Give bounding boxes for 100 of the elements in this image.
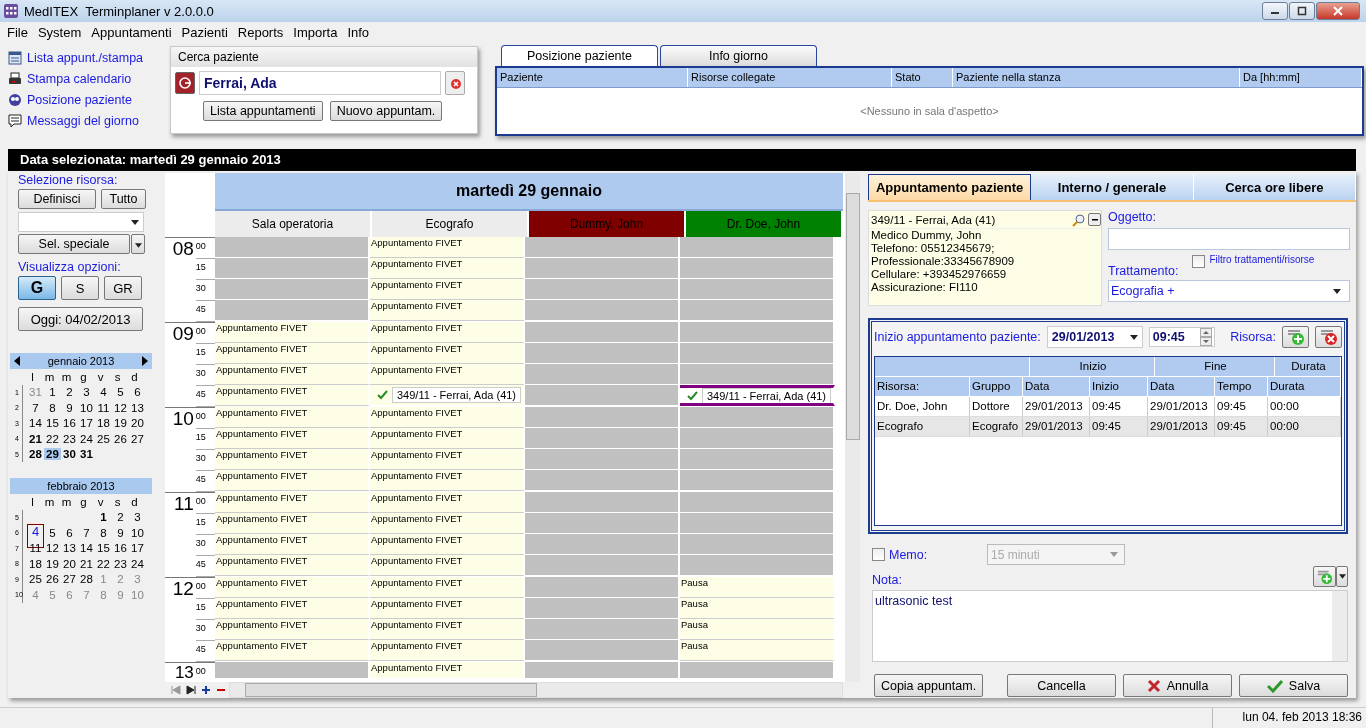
vertical-scrollbar[interactable] [845,173,860,682]
minimize-button[interactable] [1262,2,1288,20]
schedule-slot[interactable]: Appuntamento FIVET [370,470,525,491]
calendar-day[interactable]: 7 [78,526,95,539]
calendar-day[interactable]: 3 [129,511,146,524]
free-slot[interactable] [525,662,680,678]
add-resource-button[interactable] [1282,326,1309,348]
today-button[interactable]: Oggi: 04/02/2013 [18,307,143,331]
calendar-day[interactable]: 5 [44,526,61,539]
tab[interactable]: Appuntamento paziente [868,174,1032,200]
free-slot[interactable] [215,300,370,321]
schedule-slot[interactable]: Appuntamento FIVET [370,619,525,640]
calendar-day[interactable]: 23 [61,432,78,445]
calendar-day[interactable]: 11 [95,401,112,414]
view-button[interactable]: S [61,276,99,300]
calendar-day[interactable]: 24 [78,432,95,445]
calendar-day[interactable]: 15 [95,542,112,555]
calendar-day[interactable]: 24 [129,557,146,570]
schedule-slot[interactable]: Appuntamento FIVET [215,513,370,534]
calendar-day[interactable]: 13 [129,401,146,414]
calendar-day[interactable]: 2 [112,511,129,524]
subject-field[interactable] [1108,228,1350,250]
add-note-button[interactable] [1313,566,1336,587]
schedule-slot[interactable]: Appuntamento FIVET [215,407,370,428]
menu-item[interactable]: Appuntamenti [86,24,177,40]
calendar-day[interactable]: 28 [27,448,44,461]
free-slot[interactable] [525,322,680,343]
note-field[interactable]: ultrasonic test [872,590,1348,662]
calendar-day[interactable]: 19 [44,557,61,570]
schedule-slot[interactable]: Appuntamento FIVET [370,662,525,678]
next-icon[interactable] [142,356,148,366]
calendar-day[interactable]: 16 [61,417,78,430]
calendar-day[interactable]: 28 [78,573,95,586]
calendar-day[interactable]: 12 [112,401,129,414]
calendar-day[interactable]: 21 [78,557,95,570]
resource-header[interactable]: Ecografo [372,211,529,237]
menu-item[interactable]: Info [342,24,375,40]
save-button[interactable]: Salva [1239,674,1348,697]
calendar-day[interactable]: 23 [112,557,129,570]
quick-link[interactable]: Lista appunt./stampa [27,50,144,65]
calendar-day[interactable]: 16 [112,542,129,555]
calendar-day[interactable]: 22 [95,557,112,570]
menu-item[interactable]: Pazienti [176,24,233,40]
menu-item[interactable]: System [32,24,87,40]
schedule-slot[interactable]: Pausa [680,577,835,598]
view-button[interactable]: GR [104,276,142,300]
tab[interactable]: Interno / generale [1031,174,1194,200]
calendar-day[interactable]: 26 [112,432,129,445]
previous-icon[interactable] [14,356,20,366]
schedule-slot[interactable]: Appuntamento FIVET [215,322,370,343]
schedule-slot[interactable]: Appuntamento FIVET [370,640,525,661]
schedule-slot[interactable]: Pausa [680,619,835,640]
calendar-day[interactable]: 29 [44,448,61,461]
free-slot[interactable] [525,470,680,491]
calendar-day[interactable]: 9 [112,526,129,539]
free-slot[interactable] [525,237,680,258]
add-icon[interactable] [199,684,213,696]
memo-checkbox[interactable] [872,548,885,561]
time-field[interactable]: 09:45 [1148,327,1215,347]
free-slot[interactable] [680,258,835,279]
calendar-day[interactable]: 25 [27,573,44,586]
resource-header[interactable]: Sala operatoria [215,211,372,237]
calendar-day[interactable]: 27 [129,432,146,445]
calendar-day[interactable]: 3 [78,386,95,399]
free-slot[interactable] [680,364,835,385]
action-button[interactable]: Cancella [1007,674,1116,697]
patient-button[interactable] [175,72,195,94]
schedule-slot[interactable]: Appuntamento FIVET [215,555,370,576]
free-slot[interactable] [525,279,680,300]
free-slot[interactable] [215,237,370,258]
free-slot[interactable] [525,449,680,470]
close-button[interactable] [1316,2,1360,20]
free-slot[interactable] [525,598,680,619]
free-slot[interactable] [525,640,680,661]
free-slot[interactable] [525,364,680,385]
schedule-slot[interactable]: Appuntamento FIVET [370,300,525,321]
free-slot[interactable] [680,534,835,555]
free-slot[interactable] [680,662,835,678]
panel-button[interactable]: Nuovo appuntam. [329,101,443,121]
calendar-day[interactable]: 27 [61,573,78,586]
schedule-slot[interactable]: Appuntamento FIVET [370,534,525,555]
free-slot[interactable] [680,428,835,449]
maximize-button[interactable] [1289,2,1315,20]
schedule-slot[interactable]: Appuntamento FIVET [370,598,525,619]
free-slot[interactable] [525,428,680,449]
schedule-slot[interactable]: Appuntamento FIVET [215,428,370,449]
free-slot[interactable] [525,534,680,555]
schedule-slot[interactable]: Appuntamento FIVET [370,343,525,364]
filter-checkbox[interactable] [1192,255,1206,268]
free-slot[interactable] [680,407,835,428]
free-slot[interactable] [680,449,835,470]
calendar-day[interactable]: 2 [61,386,78,399]
schedule-slot[interactable]: Appuntamento FIVET [215,343,370,364]
schedule-slot[interactable]: Appuntamento FIVET [215,534,370,555]
schedule-slot[interactable]: Appuntamento FIVET [370,577,525,598]
calendar-day[interactable]: 20 [129,417,146,430]
calendar-day[interactable]: 25 [95,432,112,445]
quick-link[interactable]: Posizione paziente [27,92,132,107]
free-slot[interactable] [525,407,680,428]
schedule-slot[interactable]: Appuntamento FIVET [215,385,370,406]
